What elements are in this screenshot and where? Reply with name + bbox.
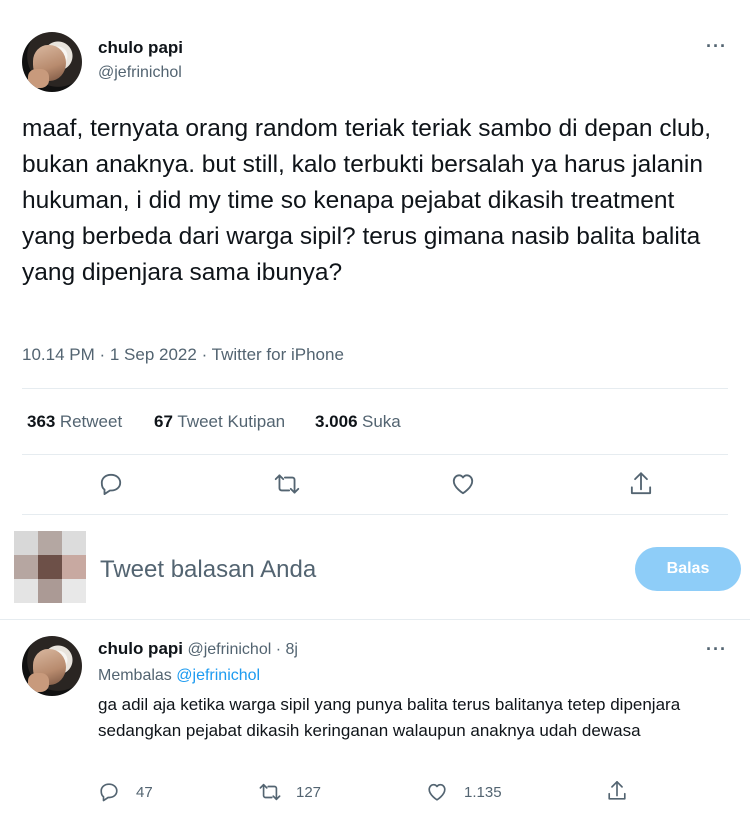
reply-action-retweet[interactable]: 127 (258, 781, 321, 803)
retweet-count: 363 (27, 412, 56, 431)
retweet-stat[interactable]: 363 Retweet (27, 412, 122, 432)
reply-icon[interactable] (98, 471, 124, 497)
reply-more-options-icon[interactable]: ··· (706, 639, 727, 660)
retweet-count: 127 (296, 783, 322, 801)
retweet-icon[interactable] (273, 471, 301, 497)
share-icon[interactable] (606, 779, 628, 803)
more-options-icon[interactable]: ··· (706, 36, 727, 57)
reply-button[interactable]: Balas (635, 547, 741, 591)
like-count: 3.006 (315, 412, 358, 431)
replying-to-link[interactable]: @jefrinichol (176, 667, 260, 684)
like-count: 1.135 (464, 783, 502, 801)
reply-author-name[interactable]: chulo papi (98, 639, 183, 658)
quote-stat[interactable]: 67 Tweet Kutipan (154, 412, 285, 432)
reply-header: chulo papi @jefrinichol · 8j (98, 639, 298, 659)
reply-input[interactable]: Tweet balasan Anda (100, 556, 316, 584)
like-stat[interactable]: 3.006 Suka (315, 412, 401, 432)
tweet-text: maaf, ternyata orang random teriak teria… (22, 115, 712, 286)
retweet-icon (258, 781, 282, 803)
reply-text: ga adil aja ketika warga sipil yang puny… (98, 695, 681, 740)
heart-icon (426, 781, 448, 803)
like-label: Suka (362, 412, 401, 431)
quote-count: 67 (154, 412, 173, 431)
replying-to: Membalas @jefrinichol (98, 667, 260, 685)
divider (0, 619, 750, 620)
divider (22, 388, 728, 389)
heart-icon[interactable] (450, 471, 476, 497)
share-icon[interactable] (628, 470, 654, 498)
author-avatar[interactable] (22, 32, 82, 92)
my-avatar[interactable] (14, 531, 86, 603)
retweet-label: Retweet (59, 412, 123, 431)
reply-action-like[interactable]: 1.135 (426, 781, 502, 803)
reply-icon (98, 781, 120, 803)
reply-author-handle[interactable]: @jefrinichol (187, 641, 271, 658)
quote-label: Tweet Kutipan (177, 412, 286, 431)
author-name[interactable]: chulo papi (98, 38, 183, 58)
reply-action-reply[interactable]: 47 (98, 781, 153, 803)
reply-time[interactable]: · 8j (276, 641, 298, 658)
author-handle[interactable]: @jefrinichol (98, 64, 182, 82)
tweet-timestamp[interactable]: 10.14 PM · 1 Sep 2022 · Twitter for iPho… (22, 345, 344, 365)
reply-author-avatar[interactable] (22, 636, 82, 696)
reply-count: 47 (136, 783, 153, 801)
divider (22, 514, 728, 515)
replying-prefix: Membalas (98, 667, 172, 684)
divider (22, 454, 728, 455)
